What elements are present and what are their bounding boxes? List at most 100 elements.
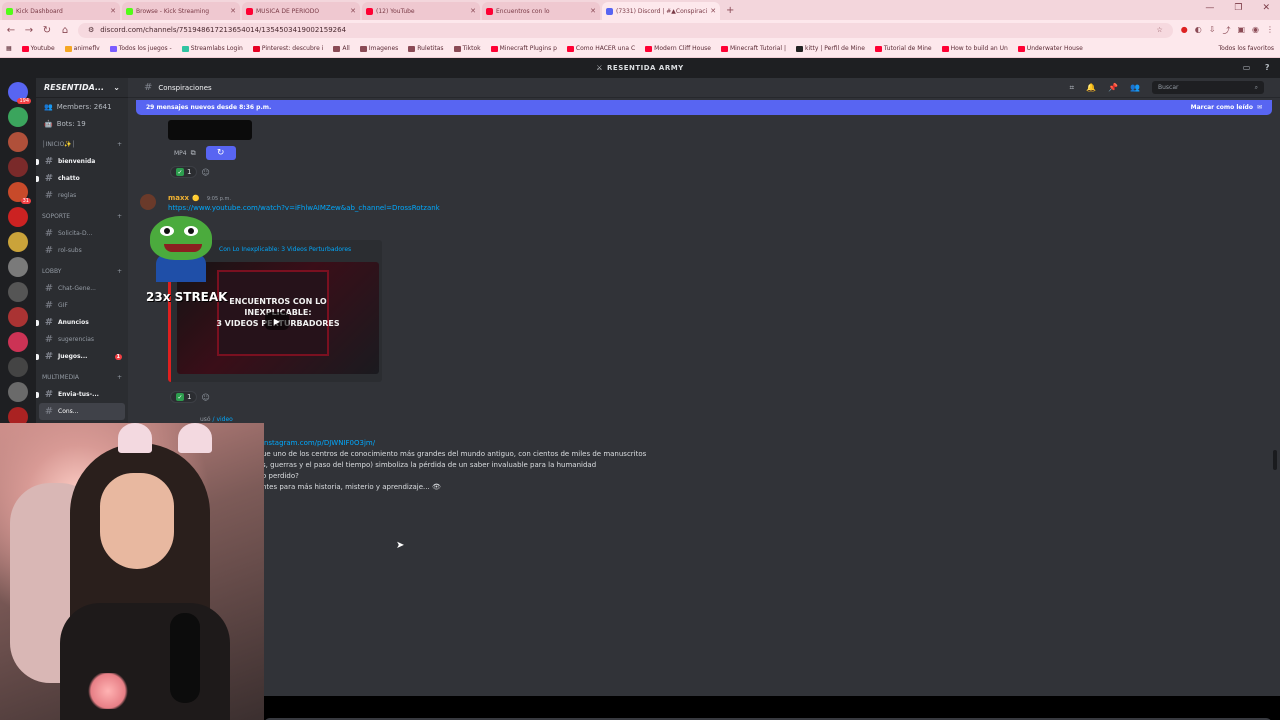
- browser-tab[interactable]: MUSICA DE PERIODO ✕: [242, 2, 360, 20]
- opera-icon[interactable]: ●: [1181, 25, 1188, 36]
- sidebar-channel[interactable]: # Envia-tus-...: [36, 386, 128, 403]
- channel-category[interactable]: LOBBY +: [36, 263, 128, 280]
- sidebar-channel[interactable]: # reglas: [36, 187, 128, 204]
- extension-icon[interactable]: ◐: [1195, 25, 1202, 36]
- browser-tab[interactable]: Kick Dashboard ✕: [2, 2, 120, 20]
- sidebar-channel[interactable]: # Cons...: [39, 403, 125, 420]
- bookmark-item[interactable]: All: [333, 45, 350, 52]
- close-tab-icon[interactable]: ✕: [710, 7, 716, 15]
- bookmark-item[interactable]: Streamlabs Login: [181, 45, 243, 52]
- sidebar-channel[interactable]: # sugerencias: [36, 331, 128, 348]
- profile-icon[interactable]: ◉: [1252, 25, 1259, 36]
- sidebar-channel[interactable]: # rol-subs: [36, 242, 128, 259]
- bookmark-item[interactable]: Underwater House: [1017, 45, 1083, 52]
- server-icon[interactable]: [8, 382, 28, 402]
- share-icon[interactable]: ⤴: [1222, 25, 1230, 36]
- bookmark-item[interactable]: Tiktok: [453, 45, 481, 52]
- add-channel-icon[interactable]: +: [117, 213, 122, 220]
- server-icon[interactable]: [8, 132, 28, 152]
- member-count[interactable]: 👥 Members: 2641: [36, 98, 128, 115]
- add-channel-icon[interactable]: +: [117, 268, 122, 275]
- sidebar-channel[interactable]: # Anuncios: [36, 314, 128, 331]
- sidebar-channel[interactable]: # bienvenida: [36, 153, 128, 170]
- close-tab-icon[interactable]: ✕: [590, 7, 596, 15]
- external-link-icon[interactable]: ⧉: [191, 149, 196, 158]
- bookmark-item[interactable]: Todos los juegos -: [109, 45, 172, 52]
- bookmark-item[interactable]: Youtube: [21, 45, 55, 52]
- pin-icon[interactable]: 📌: [1108, 83, 1118, 92]
- window-icon[interactable]: ▣: [1237, 25, 1245, 36]
- add-channel-icon[interactable]: +: [117, 374, 122, 381]
- bookmark-item[interactable]: Como HACER una C: [566, 45, 635, 52]
- new-messages-bar[interactable]: 29 mensajes nuevos desde 8:36 p.m. Marca…: [136, 100, 1272, 115]
- back-icon[interactable]: ←: [6, 25, 16, 36]
- browser-tab[interactable]: (12) YouTube ✕: [362, 2, 480, 20]
- server-icon[interactable]: [8, 232, 28, 252]
- reaction-check[interactable]: ✓ 1: [170, 391, 198, 403]
- server-icon[interactable]: [8, 207, 28, 227]
- server-icon[interactable]: 194: [8, 82, 31, 104]
- help-icon[interactable]: ?: [1265, 63, 1270, 72]
- avatar[interactable]: [140, 194, 156, 210]
- site-info-icon[interactable]: ⚙: [88, 26, 94, 34]
- add-reaction-icon[interactable]: ☺: [201, 393, 209, 402]
- server-icon[interactable]: [8, 357, 28, 377]
- reaction-check[interactable]: ✓ 1: [170, 166, 198, 178]
- browser-tab[interactable]: Browse - Kick Streaming ✕: [122, 2, 240, 20]
- bookmark-item[interactable]: Pinterest: descubre i: [252, 45, 323, 52]
- slash-command[interactable]: / video: [213, 416, 233, 423]
- bookmark-item[interactable]: kitty | Perfil de Mine: [796, 45, 865, 52]
- server-icon[interactable]: [8, 157, 28, 177]
- apps-icon[interactable]: ▦: [6, 45, 12, 52]
- close-tab-icon[interactable]: ✕: [350, 7, 356, 15]
- downloads-icon[interactable]: ⇩: [1209, 25, 1216, 36]
- close-tab-icon[interactable]: ✕: [470, 7, 476, 15]
- refresh-button[interactable]: ↻: [205, 146, 236, 160]
- sidebar-channel[interactable]: # Chat-Gene...: [36, 280, 128, 297]
- server-icon[interactable]: [8, 107, 28, 127]
- bookmark-item[interactable]: How to build an Un: [941, 45, 1008, 52]
- minimize-icon[interactable]: —: [1205, 3, 1214, 13]
- maximize-icon[interactable]: ❐: [1234, 3, 1242, 13]
- channel-category[interactable]: MULTIMEDIA +: [36, 369, 128, 386]
- bot-count[interactable]: 🤖 Bots: 19: [36, 115, 128, 132]
- sidebar-channel[interactable]: # Solicita-D...: [36, 225, 128, 242]
- message-author[interactable]: maxx: [168, 194, 189, 202]
- instagram-link[interactable]: instagram.com/p/DJWNIF0O3jm/: [262, 438, 646, 449]
- message-link[interactable]: https://www.youtube.com/watch?v=iFhlwAIM…: [168, 204, 440, 212]
- server-icon[interactable]: [8, 282, 28, 302]
- bookmark-item[interactable]: animeflv: [64, 45, 100, 52]
- new-tab-button[interactable]: +: [726, 5, 734, 16]
- embed-title[interactable]: Con Lo Inexplicable: 3 Videos Perturbado…: [219, 246, 351, 253]
- url-bar[interactable]: ⚙ discord.com/channels/75194861721365401…: [78, 22, 1173, 38]
- bookmark-item[interactable]: Modern Cliff House: [645, 45, 711, 52]
- mark-read-button[interactable]: Marcar como leído ✉: [1191, 104, 1262, 111]
- close-tab-icon[interactable]: ✕: [110, 7, 116, 15]
- add-reaction-icon[interactable]: ☺: [201, 168, 209, 177]
- play-icon[interactable]: ▶: [265, 312, 289, 330]
- sidebar-channel[interactable]: # Juegos... 1: [36, 348, 128, 365]
- close-window-icon[interactable]: ✕: [1262, 3, 1270, 13]
- add-channel-icon[interactable]: +: [117, 141, 122, 148]
- server-icon[interactable]: [8, 307, 28, 327]
- all-bookmarks[interactable]: Todos los favoritos: [1219, 45, 1275, 52]
- threads-icon[interactable]: ⌗: [1070, 83, 1075, 93]
- close-tab-icon[interactable]: ✕: [230, 7, 236, 15]
- bookmark-item[interactable]: Imagenes: [359, 45, 398, 52]
- bookmark-item[interactable]: Ruletitas: [408, 45, 444, 52]
- browser-tab-active[interactable]: (7331) Discord | #▲Conspiraci ✕: [602, 2, 720, 20]
- sidebar-channel[interactable]: # chatto: [36, 170, 128, 187]
- server-icon[interactable]: [8, 332, 28, 352]
- inbox-icon[interactable]: ▭: [1243, 63, 1251, 72]
- bookmark-star-icon[interactable]: ☆: [1157, 26, 1163, 34]
- reload-icon[interactable]: ↻: [42, 25, 52, 36]
- menu-icon[interactable]: ⋮: [1266, 25, 1274, 36]
- channel-category[interactable]: SOPORTE +: [36, 208, 128, 225]
- home-icon[interactable]: ⌂: [60, 25, 70, 36]
- server-icon[interactable]: [8, 257, 28, 277]
- bookmark-item[interactable]: Minecraft Tutorial |: [720, 45, 786, 52]
- chat-scrollbar[interactable]: [1273, 450, 1277, 470]
- bell-icon[interactable]: 🔔: [1086, 83, 1096, 92]
- channel-category[interactable]: │INICIO✨│ +: [36, 136, 128, 153]
- server-icon[interactable]: 31: [8, 182, 31, 204]
